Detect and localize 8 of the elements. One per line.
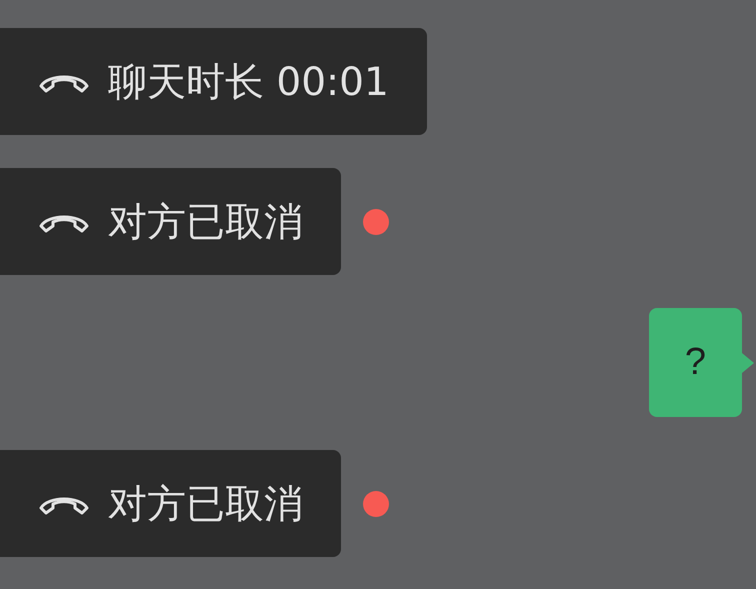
message-text: ?: [684, 341, 706, 384]
call-record-text: 聊天时长 00:01: [108, 58, 389, 106]
call-record-bubble[interactable]: 对方已取消: [0, 168, 341, 275]
call-record-text: 对方已取消: [108, 198, 303, 246]
call-record-bubble[interactable]: 聊天时长 00:01: [0, 28, 427, 135]
call-record-text: 对方已取消: [108, 480, 303, 528]
bubble-tail-icon: [742, 352, 754, 372]
call-record-bubble[interactable]: 对方已取消: [0, 450, 341, 557]
